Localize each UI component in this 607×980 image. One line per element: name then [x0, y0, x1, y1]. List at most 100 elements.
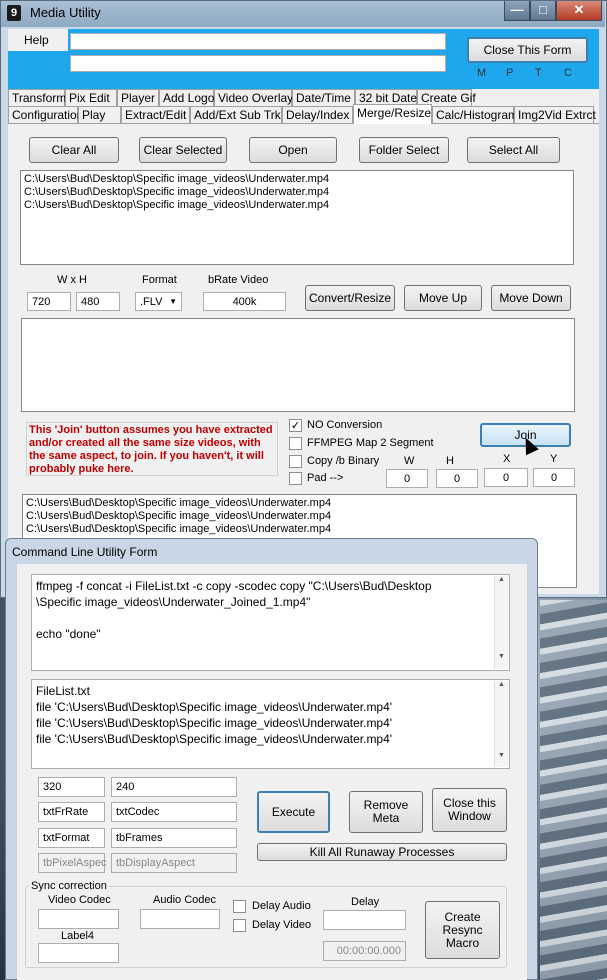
- create-resync-macro-button[interactable]: Create Resync Macro: [425, 901, 500, 959]
- delay-input[interactable]: [323, 910, 406, 930]
- minimize-button[interactable]: —: [504, 1, 530, 21]
- format-select[interactable]: .FLV ▼: [135, 292, 182, 311]
- output-list[interactable]: [21, 318, 575, 412]
- mptc-label-p: P: [506, 67, 514, 79]
- close-this-form-button[interactable]: Close This Form: [467, 37, 588, 63]
- list-item[interactable]: C:\Users\Bud\Desktop\Specific image_vide…: [26, 497, 573, 510]
- delay-label: Delay: [351, 896, 380, 908]
- tab-date-time[interactable]: Date/Time: [292, 89, 355, 106]
- convert-resize-button[interactable]: Convert/Resize: [305, 285, 395, 311]
- tab-configuration[interactable]: Configuration: [8, 106, 83, 123]
- delay-video-checkbox[interactable]: [233, 919, 246, 932]
- kill-runaway-processes-button[interactable]: Kill All Runaway Processes: [257, 843, 507, 861]
- window-title: Media Utility: [30, 5, 101, 20]
- pad-h-label: H: [446, 455, 454, 467]
- move-down-button[interactable]: Move Down: [491, 285, 571, 311]
- scroll-up-icon[interactable]: ▲: [495, 576, 508, 583]
- pad-x-label: X: [503, 453, 511, 465]
- mptc-label-m: M: [477, 67, 487, 79]
- brate-video-input[interactable]: 400k: [203, 292, 286, 311]
- menu-help[interactable]: Help: [24, 33, 49, 47]
- ffmpeg-map-checkbox[interactable]: [289, 437, 302, 450]
- source-file-list[interactable]: C:\Users\Bud\Desktop\Specific image_vide…: [20, 170, 574, 265]
- tab-play[interactable]: Play: [78, 106, 121, 123]
- header-textbox-1[interactable]: [70, 33, 446, 50]
- frame-rate-input[interactable]: txtFrRate: [38, 802, 105, 822]
- tab-calc-histogram[interactable]: Calc/Histogram: [432, 106, 518, 123]
- scroll-down-icon[interactable]: ▼: [495, 752, 508, 759]
- audio-codec-input[interactable]: [140, 909, 220, 929]
- audio-codec-label: Audio Codec: [153, 894, 216, 906]
- execute-button[interactable]: Execute: [257, 791, 330, 833]
- pad-x-input[interactable]: 0: [484, 468, 528, 487]
- delay-video-label: Delay Video: [252, 919, 312, 931]
- video-codec-input[interactable]: [38, 909, 119, 929]
- list-item[interactable]: C:\Users\Bud\Desktop\Specific image_vide…: [24, 173, 570, 186]
- video-codec-label: Video Codec: [48, 894, 111, 906]
- delay-audio-label: Delay Audio: [252, 900, 311, 912]
- copy-binary-label: Copy /b Binary: [307, 455, 380, 467]
- close-window-button[interactable]: ✕: [556, 1, 602, 21]
- tab-player[interactable]: Player: [117, 89, 159, 106]
- list-item[interactable]: C:\Users\Bud\Desktop\Specific image_vide…: [24, 199, 570, 212]
- move-up-button[interactable]: Move Up: [404, 285, 482, 311]
- clear-all-button[interactable]: Clear All: [29, 137, 119, 163]
- list-item[interactable]: C:\Users\Bud\Desktop\Specific image_vide…: [26, 510, 573, 523]
- frames-input[interactable]: tbFrames: [111, 828, 237, 848]
- scroll-down-icon[interactable]: ▼: [495, 653, 508, 660]
- copy-binary-checkbox[interactable]: [289, 455, 302, 468]
- tab-pix-edit[interactable]: Pix Edit: [65, 89, 117, 106]
- pad-w-input[interactable]: 0: [386, 469, 428, 488]
- pad-w-label: W: [404, 455, 415, 467]
- delay-audio-checkbox[interactable]: [233, 900, 246, 913]
- mptc-label-t: T: [535, 67, 542, 79]
- no-conversion-checkbox[interactable]: ✓: [289, 419, 302, 432]
- command-scrollbar[interactable]: ▲ ▼: [494, 576, 508, 669]
- tab-add-ext-sub-trk[interactable]: Add/Ext Sub Trk: [190, 106, 282, 123]
- tab-add-logo[interactable]: Add Logo: [159, 89, 214, 106]
- cmd-width-input[interactable]: 320: [38, 777, 105, 797]
- filelist-text[interactable]: FileList.txt file 'C:\Users\Bud\Desktop\…: [31, 679, 510, 769]
- list-item[interactable]: C:\Users\Bud\Desktop\Specific image_vide…: [26, 523, 573, 536]
- folder-select-button[interactable]: Folder Select: [359, 137, 449, 163]
- pad-label: Pad -->: [307, 472, 344, 484]
- delay-timecode: 00:00:00.000: [323, 941, 406, 961]
- filelist-scrollbar[interactable]: ▲ ▼: [494, 681, 508, 767]
- tab-row-2: Configuration Play Extract/Edit Add/Ext …: [8, 104, 599, 124]
- cmd-height-input[interactable]: 240: [111, 777, 237, 797]
- label4-input[interactable]: [38, 943, 119, 963]
- select-all-button[interactable]: Select All: [467, 137, 560, 163]
- format-label: Format: [142, 274, 177, 286]
- pixel-aspect-input: tbPixelAspec: [38, 853, 107, 873]
- ffmpeg-map-label: FFMPEG Map 2 Segment: [307, 437, 434, 449]
- open-button[interactable]: Open: [249, 137, 337, 163]
- height-input[interactable]: 480: [76, 292, 120, 311]
- command-text[interactable]: ffmpeg -f concat -i FileList.txt -c copy…: [31, 574, 510, 671]
- clear-selected-button[interactable]: Clear Selected: [139, 137, 227, 163]
- tab-merge-resize[interactable]: Merge/Resize: [353, 104, 432, 124]
- mptc-label-c: C: [564, 67, 572, 79]
- list-item[interactable]: C:\Users\Bud\Desktop\Specific image_vide…: [24, 186, 570, 199]
- codec-input[interactable]: txtCodec: [111, 802, 237, 822]
- desktop-background-detail: [540, 600, 607, 980]
- tab-delay-index[interactable]: Delay/Index: [282, 106, 353, 123]
- tab-transform[interactable]: Transform: [8, 89, 66, 106]
- header-textbox-2[interactable]: [70, 55, 446, 72]
- width-input[interactable]: 720: [27, 292, 71, 311]
- pad-h-input[interactable]: 0: [436, 469, 478, 488]
- pad-checkbox[interactable]: [289, 472, 302, 485]
- tab-img2vid-extrct[interactable]: Img2Vid Extrct: [514, 106, 596, 123]
- chevron-down-icon: ▼: [169, 297, 177, 306]
- maximize-button[interactable]: □: [530, 1, 556, 21]
- command-line-window-title: Command Line Utility Form: [12, 545, 158, 559]
- pad-y-input[interactable]: 0: [533, 468, 575, 487]
- remove-meta-button[interactable]: Remove Meta: [349, 791, 423, 833]
- scroll-up-icon[interactable]: ▲: [495, 681, 508, 688]
- close-this-window-button[interactable]: Close this Window: [432, 788, 507, 832]
- tab-extract-edit[interactable]: Extract/Edit: [121, 106, 190, 123]
- no-conversion-label: NO Conversion: [307, 419, 383, 431]
- format-input[interactable]: txtFormat: [38, 828, 105, 848]
- label4: Label4: [61, 930, 95, 942]
- tab-video-overlay[interactable]: Video Overlay: [214, 89, 293, 106]
- tab-row-1: Transform Pix Edit Player Add Logo Video…: [8, 89, 599, 106]
